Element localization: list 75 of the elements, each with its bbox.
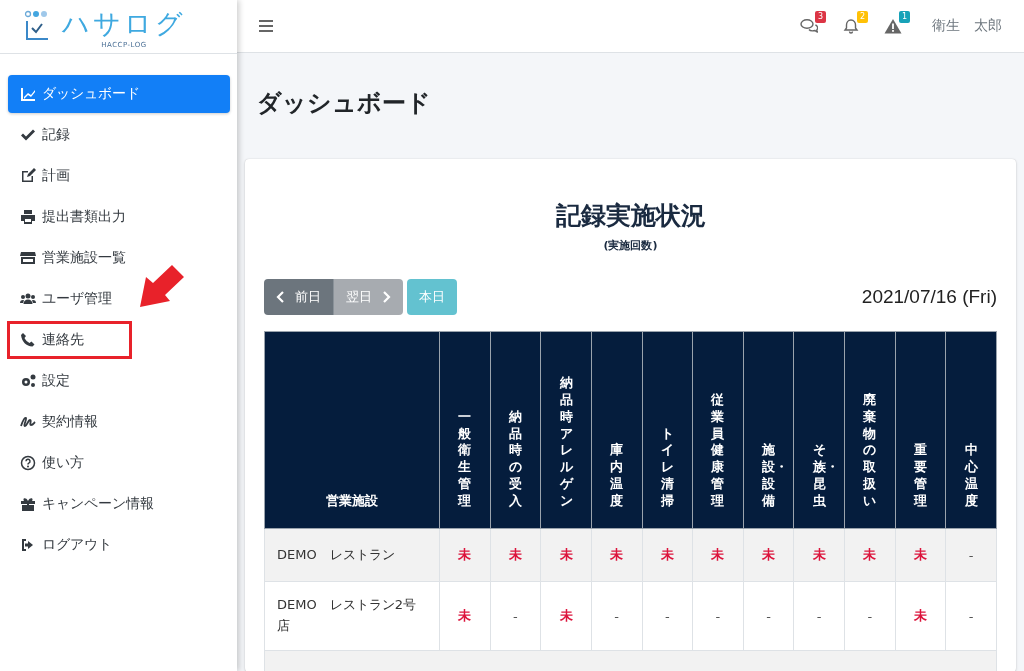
card-subtitle: (実施回数) xyxy=(602,238,659,253)
status-cell: 未 xyxy=(743,528,794,582)
column-header: トイレ清掃 xyxy=(642,331,693,529)
column-header: 従業員健康管理 xyxy=(692,331,744,529)
status-cell: 未 xyxy=(895,528,946,582)
sidebar-item[interactable]: キャンペーン情報 xyxy=(8,485,230,523)
signature-icon xyxy=(20,414,36,430)
users-icon xyxy=(20,291,36,307)
column-header: 重要管理 xyxy=(895,331,946,529)
comments-icon[interactable] xyxy=(800,18,818,34)
status-cell: 未 xyxy=(793,528,845,582)
status-cell: - xyxy=(945,528,997,582)
column-header: 廃棄物の取扱い xyxy=(844,331,896,529)
sidebar-item[interactable]: 設定 xyxy=(8,362,230,400)
status-cell: - xyxy=(692,581,744,651)
help-icon xyxy=(20,455,36,471)
sidebar-item[interactable]: 記録 xyxy=(8,116,230,154)
phone-icon xyxy=(20,332,36,348)
status-cell: 未 xyxy=(439,528,491,582)
count-badge: 1 xyxy=(898,11,910,23)
sidebar-item[interactable]: 連絡先 xyxy=(8,321,230,359)
status-cell: 未 xyxy=(591,528,642,582)
column-header: 中心温度 xyxy=(945,331,997,529)
check-icon xyxy=(20,127,36,143)
status-cell: - xyxy=(490,581,541,651)
status-cell: 未 xyxy=(692,528,744,582)
sidebar-item[interactable]: ユーザ管理 xyxy=(8,280,230,318)
page-title: ダッシュボード xyxy=(256,88,432,119)
status-cell: 未 xyxy=(540,581,592,651)
previous-day-button[interactable]: 前日 xyxy=(264,279,333,315)
column-header: 施設・設備 xyxy=(743,331,794,529)
chart-icon xyxy=(20,86,36,102)
warning-icon[interactable] xyxy=(884,18,902,34)
arrow-icon xyxy=(138,263,186,309)
sidebar-item[interactable]: 使い方 xyxy=(8,444,230,482)
sidebar-item[interactable]: ログアウト xyxy=(8,526,230,564)
bell-icon[interactable] xyxy=(842,18,860,34)
column-header: 庫内温度 xyxy=(591,331,642,529)
card-title: 記録実施状況 xyxy=(554,200,707,232)
status-cell: 未 xyxy=(439,581,491,651)
column-header: そ族・昆虫 xyxy=(793,331,845,529)
chevron-left-icon xyxy=(276,291,285,303)
status-cell: - xyxy=(743,581,794,651)
user-name[interactable]: 衛生 太郎 xyxy=(932,17,1002,35)
printer-icon xyxy=(20,209,36,225)
status-cell: 未 xyxy=(844,528,896,582)
status-cell: 未 xyxy=(490,528,541,582)
sidebar-item[interactable]: ダッシュボード xyxy=(8,75,230,113)
status-cell: - xyxy=(642,581,693,651)
store-icon xyxy=(20,250,36,266)
date-label: 2021/07/16 (Fri) xyxy=(861,286,997,308)
status-cell: 未 xyxy=(895,581,946,651)
column-header: 納品時アレルゲン xyxy=(540,331,592,529)
status-cell: 未 xyxy=(540,528,592,582)
sidebar-item[interactable]: 提出書類出力 xyxy=(8,198,230,236)
facility-cell: DEMO レストラン xyxy=(264,528,440,582)
sidebar-item[interactable]: 計画 xyxy=(8,157,230,195)
chevron-right-icon xyxy=(382,291,391,303)
edit-icon xyxy=(20,168,36,184)
gift-icon xyxy=(20,496,36,512)
column-header: 営業施設 xyxy=(264,331,440,529)
status-cell: - xyxy=(591,581,642,651)
column-header: 一般衛生管理 xyxy=(439,331,491,529)
sidebar-item[interactable]: 契約情報 xyxy=(8,403,230,441)
count-badge: 2 xyxy=(856,11,868,23)
sidebar-item[interactable]: 営業施設一覧 xyxy=(8,239,230,277)
status-cell: - xyxy=(945,581,997,651)
status-cell: 未 xyxy=(642,528,693,582)
count-badge: 3 xyxy=(814,11,826,23)
facility-cell: DEMO レストラン2号店 xyxy=(264,581,440,651)
status-cell: - xyxy=(844,581,896,651)
logo-text: ハサログ xyxy=(62,10,186,38)
column-header: 納品時の受入 xyxy=(490,331,541,529)
status-cell: - xyxy=(793,581,845,651)
menu-icon[interactable] xyxy=(259,20,273,32)
